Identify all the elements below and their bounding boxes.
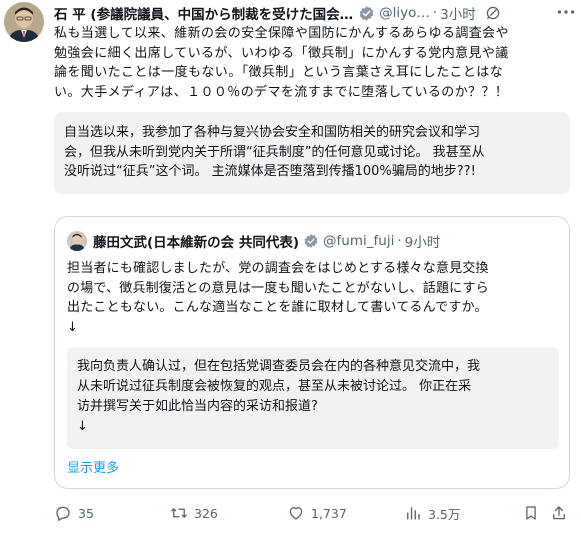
verified-badge-icon: [358, 5, 375, 22]
quoted-header-separator: ·: [397, 233, 402, 249]
quoted-post-time[interactable]: 9小时: [405, 231, 441, 251]
quoted-author-name[interactable]: 藤田文武(日本維新の会 共同代表): [93, 231, 299, 251]
translation-line: 自当选以来，我参加了各种与复兴协会安全和国防相关的研究会议和学习: [64, 125, 481, 140]
view-count: 3.5万: [428, 506, 461, 522]
quoted-author-handle[interactable]: @fumi_fuji: [323, 233, 394, 249]
author-handle[interactable]: @liyo…: [379, 5, 430, 21]
retweet-icon: [171, 508, 187, 518]
heart-icon: [289, 507, 303, 520]
post-text-line: 私も当選して以来、維新の会の安全保障や国防にかんするあらゆる調査会や: [54, 26, 509, 41]
reply-icon: [56, 506, 70, 521]
post-header: 石 平 (参議院議員、中国から制裁を受けた国会… @liyo… · 3小时: [54, 3, 573, 23]
author-name[interactable]: 石 平 (参議院議員、中国から制裁を受けた国会…: [54, 3, 353, 23]
header-separator: ·: [432, 5, 438, 21]
tweet-post: 石 平 (参議院議員、中国から制裁を受けた国会… @liyo… · 3小时 私も…: [0, 0, 581, 533]
quoted-text-line: 担当者にも確認しましたが、党の調査会をはじめとする様々な意見交換: [67, 261, 489, 276]
share-icon: [553, 506, 565, 520]
edit-icon[interactable]: [484, 4, 502, 22]
retweet-count: 326: [194, 505, 218, 521]
retweet-button[interactable]: 326: [170, 504, 218, 522]
bookmark-button[interactable]: [522, 504, 540, 522]
quoted-post[interactable]: 藤田文武(日本維新の会 共同代表) @fumi_fuji · 9小时 担当者にも…: [54, 216, 570, 489]
quoted-text: 担当者にも確認しましたが、党の調査会をはじめとする様々な意見交換 の場で、徴兵制…: [67, 259, 561, 337]
quoted-text-line: 出たこともない。こんな適当なことを誰に取材して書いてるんですか。: [67, 300, 488, 316]
quoted-text-line: ↓: [67, 319, 79, 335]
reply-button[interactable]: 35: [54, 504, 94, 522]
views-icon: [407, 507, 420, 520]
translation-line: ↓: [77, 419, 88, 434]
translation-line: 访并撰写关于如此恰当内容的采访和报道?: [77, 399, 318, 414]
quoted-translation: 我向负责人确认过，但在包括党调查委员会在内的各种意见交流中，我 从未听说过征兵制…: [67, 347, 559, 449]
post-text-line: 論を聞いたことは一度もない。「徴兵制」という言葉さえ耳にしたことはな: [54, 65, 504, 80]
translation-line: 没听说过“征兵”这个词。 主流媒体是否堕落到传播100%骗局的地步??!: [64, 164, 476, 179]
share-button[interactable]: [550, 504, 568, 522]
post-translation: 自当选以来，我参加了各种与复兴协会安全和国防相关的研究会议和学习 会，但我从未听…: [54, 112, 570, 194]
quoted-text-line: の場で、徴兵制復活との意見は一度も聞いたことがないし、話題にすら: [67, 280, 489, 296]
like-count: 1,737: [311, 505, 347, 521]
show-more-link[interactable]: 显示更多: [67, 457, 119, 476]
post-text-line: 勉強会に細く出席しているが、いわゆる「徴兵制」にかんする党内意見や議: [54, 45, 509, 61]
post-text-line: い。大手メディアは、１００％のデマを流すまでに堕落しているのか？？！: [54, 84, 509, 100]
post-time[interactable]: 3小时: [440, 3, 476, 23]
translation-line: 会，但我从未听到党内关于所谓“征兵制度”的任何意见或讨论。 我甚至从: [64, 144, 485, 160]
action-bar: 35 326 1,737 3.5万: [54, 503, 570, 523]
quoted-author-avatar[interactable]: [67, 231, 87, 251]
more-icon[interactable]: [555, 4, 577, 20]
reply-count: 35: [78, 505, 94, 521]
views-button[interactable]: 3.5万: [404, 504, 460, 523]
translation-line: 从未听说过征兵制度会被恢复的观点，甚至从未被讨论过。 你正在采: [77, 379, 472, 394]
like-button[interactable]: 1,737: [287, 504, 347, 522]
bookmark-icon: [526, 506, 536, 520]
translation-line: 我向负责人确认过，但在包括党调查委员会在内的各种意见交流中，我: [77, 359, 481, 374]
quoted-header: 藤田文武(日本維新の会 共同代表) @fumi_fuji · 9小时: [67, 231, 440, 251]
author-avatar[interactable]: [4, 2, 44, 42]
verified-badge-icon: [303, 233, 319, 249]
post-text: 私も当選して以来、維新の会の安全保障や国防にかんするあらゆる調査会や 勉強会に細…: [54, 24, 576, 102]
